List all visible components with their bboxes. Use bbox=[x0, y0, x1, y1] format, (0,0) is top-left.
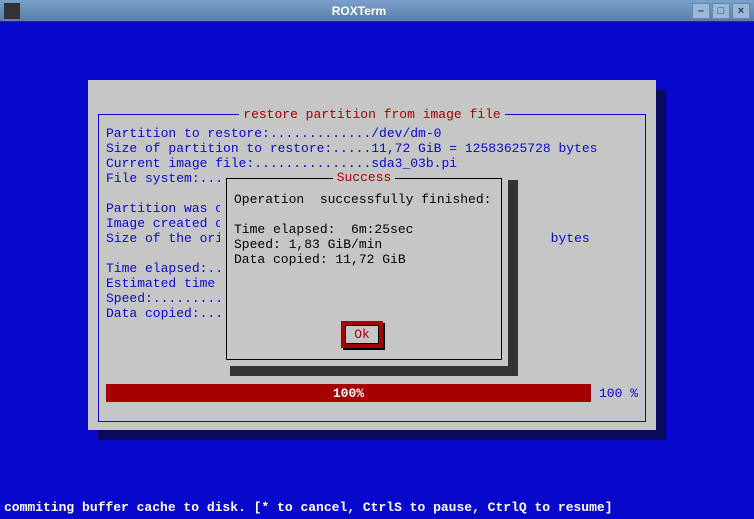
maximize-button[interactable]: □ bbox=[712, 3, 730, 19]
progress-wrap: 100% 100 % bbox=[106, 384, 638, 402]
terminal: restore partition from image file Partit… bbox=[0, 22, 754, 519]
window-buttons: – □ × bbox=[692, 3, 750, 19]
ok-shadow: Ok bbox=[343, 323, 385, 350]
modal-title: Success bbox=[220, 170, 508, 185]
ok-outer: Ok bbox=[341, 321, 383, 348]
progress-percent: 100 % bbox=[599, 386, 638, 401]
ok-wrap: Ok bbox=[220, 323, 508, 350]
main-dialog-title: restore partition from image file bbox=[88, 107, 656, 122]
close-button[interactable]: × bbox=[732, 3, 750, 19]
titlebar: ROXTerm – □ × bbox=[0, 0, 754, 22]
progress-bar: 100% bbox=[106, 384, 591, 402]
window-title: ROXTerm bbox=[26, 4, 692, 18]
app-icon bbox=[4, 3, 20, 19]
window: ROXTerm – □ × restore partition from ima… bbox=[0, 0, 754, 519]
modal-content: Operation successfully finished: Time el… bbox=[234, 192, 496, 267]
status-line: commiting buffer cache to disk. [* to ca… bbox=[4, 500, 750, 515]
progress-bar-label: 100% bbox=[333, 386, 364, 401]
ok-button[interactable]: Ok bbox=[345, 325, 379, 344]
success-modal: Success Operation successfully finished:… bbox=[220, 170, 508, 366]
minimize-button[interactable]: – bbox=[692, 3, 710, 19]
